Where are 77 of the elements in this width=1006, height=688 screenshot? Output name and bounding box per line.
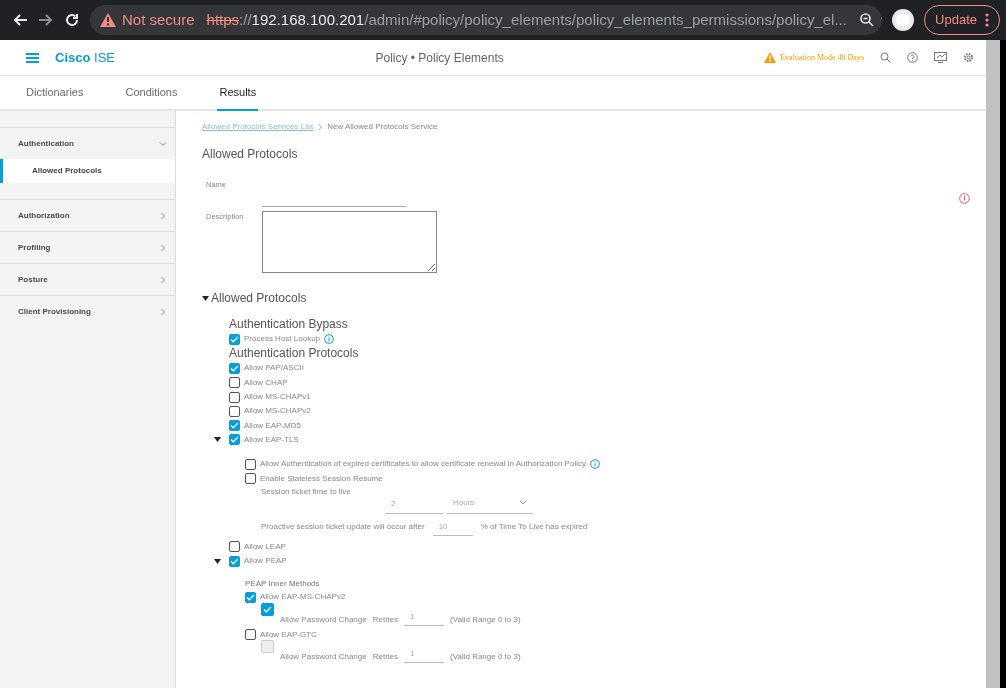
checkbox-label: Allow PAP/ASCII <box>244 362 304 375</box>
warning-icon <box>100 13 116 27</box>
checkbox-label: Allow EAP-TLS <box>244 433 299 446</box>
monitor-icon[interactable] <box>934 52 947 63</box>
caret-down-icon <box>214 558 221 564</box>
checkbox-label: Allow Authentication of expired certificates to allow certificate renewal in Authorization Policy <box>260 458 586 471</box>
checkbox-label: Allow EAP-MD5 <box>244 419 301 432</box>
help-icon[interactable] <box>907 52 918 63</box>
scrollbar[interactable] <box>986 40 1000 688</box>
chevron-right-icon <box>317 123 324 131</box>
checkbox[interactable] <box>229 391 240 403</box>
checkbox-label: Enable Stateless Session Resume <box>260 472 383 485</box>
settings-icon[interactable] <box>963 52 974 63</box>
sidebar-section[interactable]: Profiling <box>0 232 175 263</box>
evaluation-notice: Evaluation Mode 49 Days <box>780 51 864 64</box>
range-hint: (Valid Range 0 to 3) <box>450 613 521 626</box>
checkbox[interactable] <box>229 434 240 446</box>
checkbox[interactable] <box>229 377 240 389</box>
checkbox[interactable] <box>245 473 256 484</box>
checkbox-label: Allow Password Change <box>280 613 367 626</box>
checkbox[interactable] <box>229 555 240 567</box>
back-icon[interactable] <box>12 12 28 28</box>
zoom-icon[interactable] <box>858 12 875 28</box>
page-title: Policy • Policy Elements <box>374 49 505 67</box>
sidebar-section[interactable]: Posture <box>0 264 175 295</box>
caret-down-icon[interactable] <box>202 295 209 301</box>
checkbox[interactable] <box>229 362 240 374</box>
sidebar-section[interactable]: Authentication <box>0 128 175 159</box>
checkbox[interactable] <box>229 420 240 432</box>
checkbox-label: Allow EAP-MS-CHAPv2 <box>260 591 346 604</box>
checkbox[interactable] <box>245 458 256 470</box>
tab[interactable]: Conditions <box>123 76 180 111</box>
checkbox[interactable] <box>245 629 256 641</box>
more-icon[interactable] <box>985 13 989 27</box>
tab[interactable]: Results <box>217 76 259 111</box>
checkbox-label: Allow Password Change <box>280 650 367 663</box>
menu-icon[interactable] <box>26 52 39 63</box>
checkbox-label: Process Host Lookup <box>244 333 321 346</box>
checkbox-label: Allow MS-CHAPv1 <box>244 391 311 404</box>
checkbox[interactable] <box>245 591 256 603</box>
checkbox[interactable] <box>261 602 274 616</box>
sidebar-section[interactable]: Authorization <box>0 200 175 231</box>
field-label: Retries <box>372 613 399 626</box>
checkbox[interactable] <box>229 333 240 345</box>
checkbox[interactable] <box>229 405 240 417</box>
field-label: Session ticket time to live <box>261 485 352 498</box>
range-hint: (Valid Range 0 to 3) <box>450 650 521 663</box>
forward-icon[interactable] <box>38 12 54 28</box>
warning-icon <box>764 52 777 63</box>
brand-logo: Cisco ISE <box>55 48 115 67</box>
group-heading: PEAP Inner Methods <box>245 578 321 591</box>
section-heading: Allowed Protocols <box>202 146 299 163</box>
field-label: % of Time To Live has expired <box>480 520 588 533</box>
description-field[interactable] <box>262 211 437 273</box>
checkbox-label: Allow CHAP <box>244 376 288 389</box>
checkbox-label: Allow PEAP <box>244 555 287 568</box>
checkbox-label: Allow LEAP <box>244 540 286 553</box>
checkbox-label: Allow MS-CHAPv2 <box>244 405 311 418</box>
tab[interactable]: Dictionaries <box>24 76 86 111</box>
group-heading: Authentication Protocols <box>229 346 360 362</box>
search-icon[interactable] <box>880 52 891 63</box>
field-label: Proactive session ticket update will occur after <box>261 520 425 533</box>
reload-icon[interactable] <box>64 12 80 28</box>
breadcrumb-current: New Allowed Protocols Service <box>327 121 438 133</box>
chevron-down-icon <box>519 500 527 507</box>
sidebar-section[interactable]: Client Provisioning <box>0 296 175 327</box>
url-text: https://192.168.100.201/admin/#policy/policy_elements/policy_elements_permissions/policy_el... <box>206 9 847 30</box>
checkbox[interactable] <box>229 541 240 553</box>
sidebar-item[interactable]: Allowed Protocols <box>0 159 175 183</box>
group-heading: Authentication Bypass <box>229 317 349 332</box>
collapse-toggle[interactable]: Allowed Protocols <box>202 289 307 307</box>
security-label: Not secure <box>122 9 195 30</box>
field-label: Retries <box>372 650 399 663</box>
avatar-icon[interactable] <box>892 9 915 31</box>
address-bar[interactable]: Not secure https://192.168.100.201/admin/#policy/policy_elements/policy_elements_permissions/policy_el... <box>90 5 883 35</box>
caret-down-icon <box>214 437 221 443</box>
checkbox-label: Allow EAP-GTC <box>260 628 317 641</box>
